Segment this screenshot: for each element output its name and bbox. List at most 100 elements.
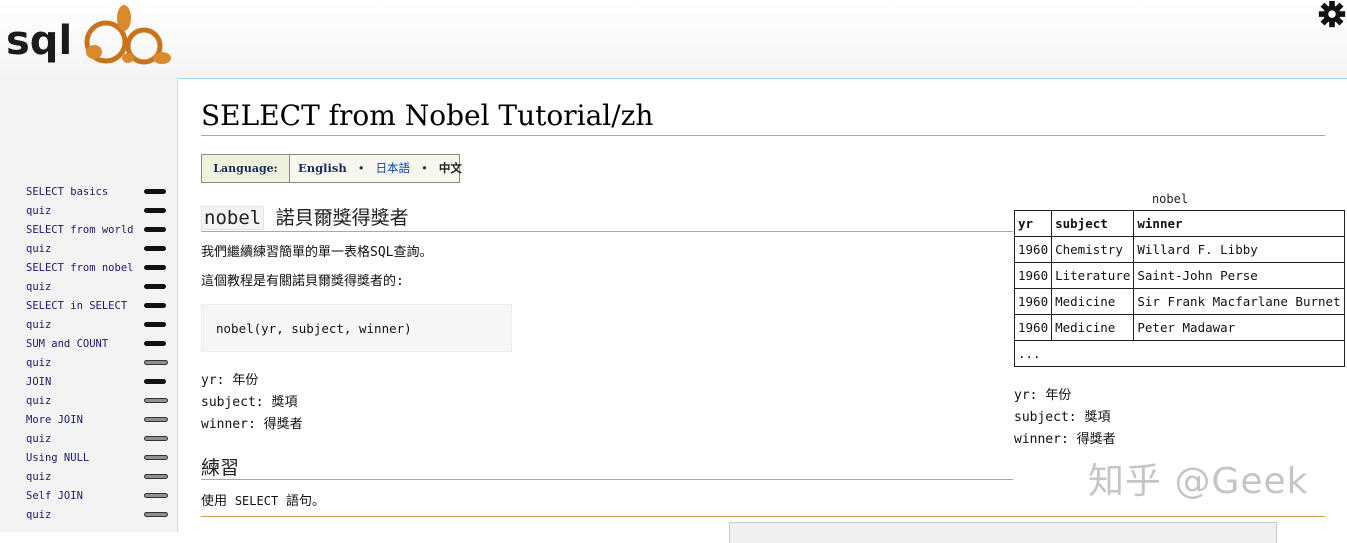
table-cell: Saint-John Perse (1133, 262, 1345, 289)
sidebar-item-label: quiz (26, 471, 52, 483)
language-separator: • (421, 161, 428, 175)
sidebar-item-label: Using NULL (26, 452, 90, 464)
sidebar-item-label: SELECT from world (26, 224, 134, 236)
table-cell: Literature (1051, 262, 1135, 289)
table-cell: Medicine (1051, 288, 1135, 315)
sidebar-item[interactable]: quiz (26, 430, 171, 448)
field-desc: 獎項 (1084, 410, 1111, 425)
progress-indicator (144, 360, 168, 365)
sidebar-item[interactable]: More JOIN (26, 411, 171, 429)
field-desc: 得獎者 (1076, 432, 1116, 447)
field-name: winner (201, 417, 248, 432)
table-header-row: yr subject winner (1013, 210, 1345, 237)
section-heading-code: nobel (201, 206, 265, 230)
progress-indicator (144, 246, 166, 251)
table-cell: Chemistry (1051, 236, 1135, 263)
sidebar-item-label: quiz (26, 433, 52, 445)
sidebar-item-label: Self JOIN (26, 490, 83, 502)
intro-paragraph-2: 這個教程是有關諾貝爾獎得獎者的: (201, 274, 404, 289)
field-name: yr (201, 373, 217, 388)
table-cell: 1960 (1013, 288, 1053, 315)
nobel-table: yr subject winner 1960 Chemistry Willard… (1013, 210, 1345, 367)
table-cell: Sir Frank Macfarlane Burnet (1133, 288, 1345, 315)
field-line: subject: 獎項 (201, 395, 298, 410)
progress-indicator (144, 341, 166, 346)
question-box (729, 522, 1277, 543)
watermark: 知乎 @Geek (1088, 461, 1309, 502)
field-name: subject (201, 395, 256, 410)
table-field-line: yr: 年份 (1014, 388, 1072, 403)
sidebar-item-label: quiz (26, 319, 52, 331)
progress-indicator (144, 474, 168, 479)
language-separator: • (357, 161, 365, 175)
sidebar-item[interactable]: SUM and COUNT (26, 335, 171, 353)
sidebar-item-label: JOIN (26, 376, 52, 388)
progress-indicator (144, 512, 168, 517)
section-heading-text: 諾貝爾獎得獎者 (275, 207, 409, 229)
table-row: ... (1014, 340, 1345, 367)
section-heading-exercises: 練習 (201, 453, 1013, 480)
sidebar-item-label: SELECT basics (26, 186, 109, 198)
progress-indicator (144, 208, 166, 213)
svg-text:sql: sql (6, 18, 72, 64)
field-name: yr (1014, 388, 1030, 403)
progress-indicator (144, 417, 168, 422)
table-cell: 1960 (1013, 262, 1053, 289)
field-line: yr: 年份 (201, 373, 259, 388)
field-name: subject (1014, 410, 1069, 425)
sidebar-item-label: quiz (26, 395, 52, 407)
language-chinese-current: 中文 (438, 161, 462, 175)
field-desc: 年份 (232, 373, 259, 388)
progress-indicator (144, 436, 168, 441)
inline-code-select: SELECT (234, 494, 279, 508)
sidebar-item[interactable]: quiz (26, 278, 171, 296)
sidebar-item[interactable]: SELECT from nobel (26, 259, 171, 277)
sidebar-item-label: quiz (26, 243, 52, 255)
gear-icon[interactable] (1316, 0, 1347, 30)
sidebar-item-label: SUM and COUNT (26, 338, 109, 350)
sidebar-item[interactable]: quiz (26, 392, 171, 410)
use-select-paragraph: 使用 SELECT 語句。 (201, 490, 325, 509)
table-cell: 1960 (1013, 314, 1053, 341)
sidebar-item[interactable]: SELECT in SELECT (26, 297, 171, 315)
table-cell: 1960 (1013, 236, 1053, 263)
intro-paragraph-1: 我們繼續練習簡單的單一表格SQL查詢。 (201, 245, 433, 260)
sidebar-item[interactable]: quiz (26, 468, 171, 486)
sidebar-item[interactable]: quiz (26, 202, 171, 220)
field-desc: 年份 (1045, 388, 1072, 403)
sidebar-item[interactable]: quiz (26, 506, 171, 524)
table-row: 1960 Literature Saint-John Perse (1013, 262, 1345, 289)
sidebar-item[interactable]: quiz (26, 240, 171, 258)
sidebar-item-label: More JOIN (26, 414, 83, 426)
sidebar-item[interactable]: quiz (26, 316, 171, 334)
progress-indicator (144, 379, 166, 384)
sidebar-item[interactable]: Self JOIN (26, 487, 171, 505)
sidebar-item-label: quiz (26, 509, 52, 521)
sidebar-item[interactable]: SELECT basics (26, 183, 171, 201)
sqlzoo-logo[interactable]: sql (6, 2, 174, 68)
language-english-link[interactable]: English (298, 161, 347, 175)
progress-indicator (144, 493, 168, 498)
page-title: SELECT from Nobel Tutorial/zh (201, 99, 1325, 136)
table-header: yr (1013, 210, 1053, 237)
language-japanese-link[interactable]: 日本語 (376, 161, 411, 175)
field-desc: 獎項 (271, 395, 298, 410)
sidebar-item[interactable]: SELECT from world (26, 221, 171, 239)
sidebar-item[interactable]: quiz (26, 354, 171, 372)
section-heading-nobel: nobel 諾貝爾獎得獎者 (201, 203, 1013, 232)
table-field-line: winner: 得獎者 (1014, 432, 1116, 447)
progress-indicator (144, 265, 166, 270)
sidebar-item[interactable]: Using NULL (26, 449, 171, 467)
progress-indicator (144, 189, 166, 194)
sidebar-item-label: quiz (26, 205, 52, 217)
language-box: Language: English • 日本語 • 中文 (201, 154, 462, 183)
table-row: 1960 Medicine Sir Frank Macfarlane Burne… (1013, 288, 1345, 315)
progress-indicator (144, 227, 166, 232)
sidebar-item[interactable]: JOIN (26, 373, 171, 391)
table-cell: Willard F. Libby (1133, 236, 1345, 263)
progress-indicator (144, 455, 168, 460)
use-text-before: 使用 (201, 494, 235, 509)
table-header: subject (1051, 210, 1135, 237)
language-links: English • 日本語 • 中文 (298, 160, 462, 176)
sidebar-item-label: SELECT from nobel (26, 262, 134, 274)
